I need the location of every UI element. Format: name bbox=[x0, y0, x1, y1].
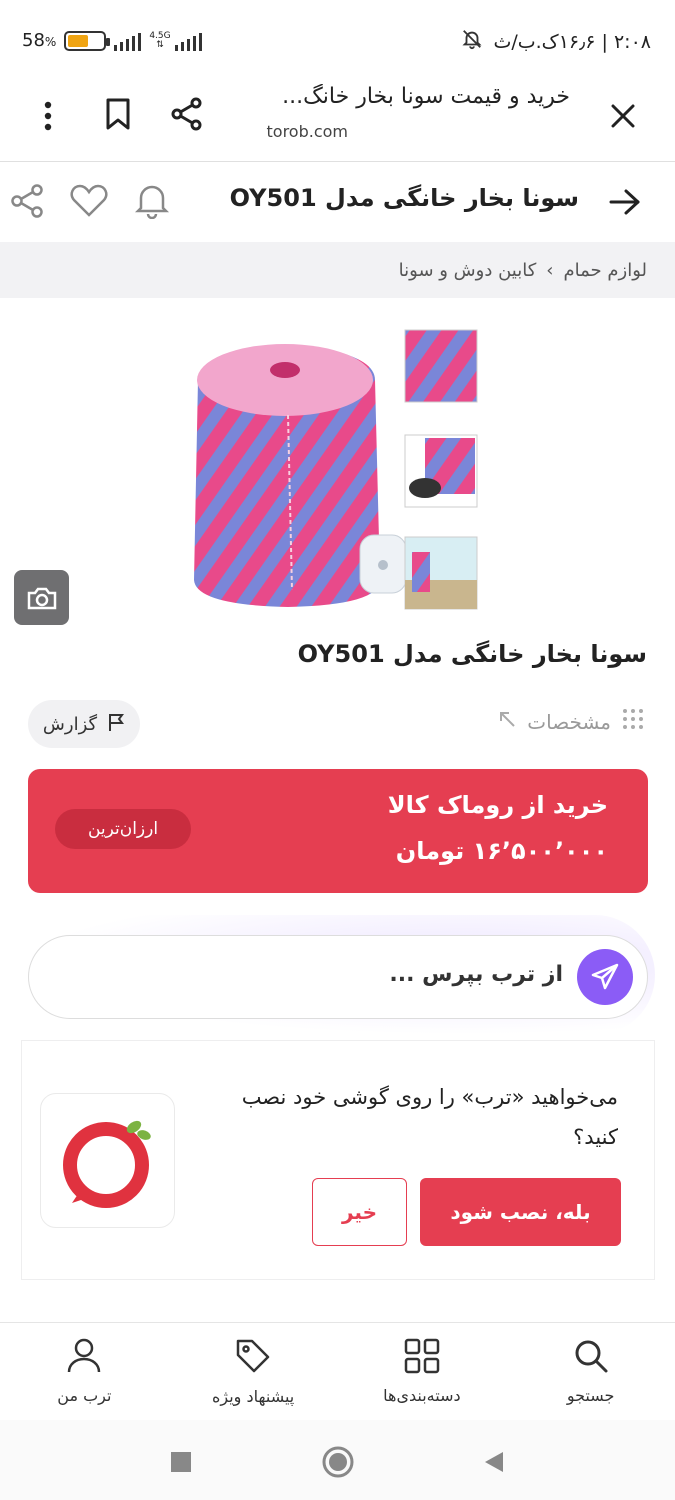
offer-price: ۱۶٬۵۰۰٬۰۰۰ تومان bbox=[395, 837, 608, 865]
nav-label-my-torob: ترب من bbox=[57, 1386, 112, 1405]
battery-percent: 58% bbox=[22, 30, 57, 51]
install-yes-button[interactable]: بله، نصب شود bbox=[420, 1178, 621, 1246]
bookmark-icon[interactable] bbox=[98, 94, 138, 134]
nav-item-search[interactable]: جستجو bbox=[506, 1323, 675, 1420]
install-question: می‌خواهید «ترب» را روی گوشی خود نصب کنید… bbox=[241, 1085, 618, 1149]
grid-icon bbox=[404, 1338, 440, 1378]
nav-item-my-torob[interactable]: ترب من bbox=[0, 1323, 169, 1420]
signal-icon-2 bbox=[174, 31, 202, 51]
back-arrow-icon[interactable] bbox=[605, 182, 645, 222]
mute-bell-icon bbox=[461, 28, 483, 55]
product-image[interactable] bbox=[180, 320, 480, 620]
breadcrumb: لوازم حمام › کابین دوش و سونا bbox=[0, 242, 675, 298]
expand-arrow-icon bbox=[497, 709, 517, 734]
share-icon[interactable] bbox=[165, 92, 209, 136]
bottom-nav: جستجو دسته‌بندی‌ها پیشنهاد ویژه ترب من bbox=[0, 1322, 675, 1420]
nav-label-special-offer: پیشنهاد ویژه bbox=[212, 1387, 295, 1406]
status-bar: 58% 4.5G ⇅ ۲:۰۸ | ۱۶٫۶ک.ب/ث bbox=[0, 0, 675, 80]
specs-link[interactable]: مشخصات bbox=[497, 707, 645, 736]
battery-icon bbox=[64, 30, 111, 51]
more-options-icon[interactable] bbox=[28, 96, 68, 136]
breadcrumb-item-shower-sauna[interactable]: کابین دوش و سونا bbox=[399, 260, 537, 281]
signal-icon bbox=[114, 31, 142, 51]
visual-search-camera-icon[interactable] bbox=[14, 570, 69, 625]
browser-url[interactable]: torob.com bbox=[267, 122, 349, 141]
report-label: گزارش bbox=[42, 713, 98, 735]
tag-icon bbox=[234, 1337, 272, 1379]
specs-label: مشخصات bbox=[527, 709, 611, 734]
nav-label-search: جستجو bbox=[566, 1386, 615, 1405]
status-time: ۲:۰۸ | ۱۶٫۶ک.ب/ث bbox=[493, 30, 651, 53]
browser-toolbar: خرید و قیمت سونا بخار خانگ... torob.com bbox=[0, 78, 675, 162]
network-type: 4.5G ⇅ bbox=[149, 30, 171, 50]
install-no-button[interactable]: خیر bbox=[312, 1178, 407, 1246]
product-title: سونا بخار خانگی مدل OY501 bbox=[297, 640, 647, 668]
user-icon bbox=[67, 1338, 101, 1378]
close-icon[interactable] bbox=[601, 94, 645, 138]
product-header-title: سونا بخار خانگی مدل OY501 bbox=[229, 184, 579, 212]
ask-input[interactable]: از ترب بپرس ... bbox=[28, 935, 648, 1019]
nav-item-special-offer[interactable]: پیشنهاد ویژه bbox=[169, 1323, 338, 1420]
recents-icon[interactable] bbox=[161, 1442, 201, 1482]
cheapest-badge: ارزان‌ترین bbox=[55, 809, 191, 849]
breadcrumb-item-bathroom[interactable]: لوازم حمام bbox=[563, 260, 647, 281]
share-icon[interactable] bbox=[6, 180, 48, 222]
install-prompt: می‌خواهید «ترب» را روی گوشی خود نصب کنید… bbox=[21, 1040, 655, 1280]
browser-page-title: خرید و قیمت سونا بخار خانگ... bbox=[282, 84, 570, 109]
dots-grid-icon bbox=[621, 707, 645, 736]
bell-icon[interactable] bbox=[130, 178, 174, 222]
flag-icon bbox=[107, 712, 125, 737]
offer-store: خرید از روماک کالا bbox=[387, 791, 608, 819]
heart-icon[interactable] bbox=[68, 180, 110, 222]
send-icon[interactable] bbox=[577, 949, 633, 1005]
report-button[interactable]: گزارش bbox=[28, 700, 140, 748]
breadcrumb-separator: › bbox=[546, 259, 554, 281]
back-icon[interactable] bbox=[474, 1442, 514, 1482]
product-header: سونا بخار خانگی مدل OY501 bbox=[0, 162, 675, 242]
nav-label-categories: دسته‌بندی‌ها bbox=[383, 1386, 461, 1405]
offer-card[interactable]: خرید از روماک کالا ۱۶٬۵۰۰٬۰۰۰ تومان ارزا… bbox=[28, 769, 648, 893]
home-icon[interactable] bbox=[318, 1442, 358, 1482]
ask-placeholder: از ترب بپرس ... bbox=[389, 962, 563, 987]
torob-logo bbox=[40, 1093, 175, 1228]
system-nav-bar bbox=[0, 1420, 675, 1500]
nav-item-categories[interactable]: دسته‌بندی‌ها bbox=[338, 1323, 507, 1420]
search-icon bbox=[573, 1338, 609, 1378]
